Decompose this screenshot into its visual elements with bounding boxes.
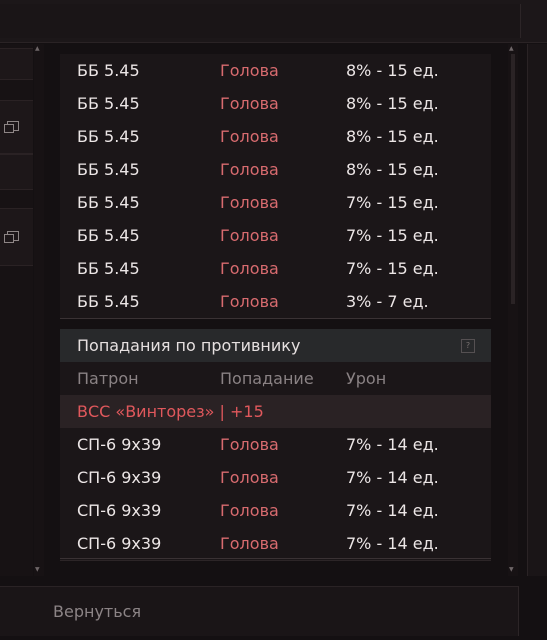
damage-cell: 7% - 14 ед. [346, 534, 439, 553]
table-bottom-border [60, 318, 491, 319]
hit-cell: Голова [220, 292, 279, 311]
table-row: ББ 5.45 Голова 8% - 15 ед. [60, 87, 491, 121]
ammo-cell: СП-6 9x39 [77, 534, 162, 553]
right-panel-edge [527, 44, 547, 576]
ammo-cell: ББ 5.45 [77, 94, 140, 113]
scrollbar-thumb[interactable] [511, 54, 515, 304]
table-row: ББ 5.45 Голова 7% - 15 ед. [60, 186, 491, 220]
column-header-ammo: Патрон [77, 369, 139, 388]
ammo-cell: ББ 5.45 [77, 226, 140, 245]
ammo-cell: ББ 5.45 [77, 193, 140, 212]
ammo-cell: ББ 5.45 [77, 259, 140, 278]
left-list-item[interactable] [0, 154, 33, 190]
ammo-cell: СП-6 9x39 [77, 501, 162, 520]
damage-cell: 3% - 7 ед. [346, 292, 429, 311]
hit-cell: Голова [220, 61, 279, 80]
hit-cell: Голова [220, 534, 279, 553]
damage-cell: 8% - 15 ед. [346, 127, 439, 146]
hit-cell: Голова [220, 435, 279, 454]
scroll-down-icon[interactable]: ▼ [35, 567, 40, 573]
section-title: Попадания по противнику [77, 336, 301, 355]
weapon-row: ВСС «Винторез» | +15 [60, 395, 491, 428]
copy-icon[interactable] [4, 231, 19, 243]
damage-cell: 8% - 15 ед. [346, 94, 439, 113]
ammo-cell: ББ 5.45 [77, 160, 140, 179]
hit-cell: Голова [220, 501, 279, 520]
copy-icon[interactable] [4, 121, 19, 133]
hit-cell: Голова [220, 193, 279, 212]
table-row: ББ 5.45 Голова 7% - 15 ед. [60, 252, 491, 286]
ammo-cell: СП-6 9x39 [77, 435, 162, 454]
top-bar-inner [0, 4, 521, 38]
table-row: ББ 5.45 Голова 8% - 15 ед. [60, 153, 491, 187]
hit-cell: Голова [220, 468, 279, 487]
ammo-cell: СП-6 9x39 [77, 468, 162, 487]
table-row: СП-6 9x39 Голова 7% - 14 ед. [60, 461, 491, 495]
column-header-hit: Попадание [220, 369, 314, 388]
hit-cell: Голова [220, 94, 279, 113]
ammo-cell: ББ 5.45 [77, 127, 140, 146]
table-row: СП-6 9x39 Голова 7% - 14 ед. [60, 428, 491, 462]
left-list-item[interactable] [0, 208, 33, 266]
ammo-cell: ББ 5.45 [77, 292, 140, 311]
damage-cell: 7% - 14 ед. [346, 501, 439, 520]
top-bar [0, 0, 547, 43]
damage-cell: 8% - 15 ед. [346, 61, 439, 80]
damage-cell: 7% - 14 ед. [346, 468, 439, 487]
damage-cell: 7% - 15 ед. [346, 226, 439, 245]
damage-cell: 8% - 15 ед. [346, 160, 439, 179]
damage-cell: 7% - 15 ед. [346, 193, 439, 212]
left-scrollbar[interactable]: ▲ ▼ [34, 44, 44, 576]
left-list-item[interactable] [0, 48, 33, 80]
table-row: СП-6 9x39 Голова 7% - 14 ед. [60, 494, 491, 528]
damage-cell: 7% - 14 ед. [346, 435, 439, 454]
help-button[interactable]: ? [461, 339, 475, 353]
table-row: ББ 5.45 Голова 3% - 7 ед. [60, 285, 491, 319]
ammo-cell: ББ 5.45 [77, 61, 140, 80]
column-header-row: Патрон Попадание Урон [60, 362, 491, 396]
scroll-up-icon[interactable]: ▲ [509, 46, 514, 52]
table-row: ББ 5.45 Голова 7% - 15 ед. [60, 219, 491, 253]
footer-bar: Вернуться [0, 586, 519, 636]
back-button[interactable]: Вернуться [53, 587, 141, 636]
scroll-down-icon[interactable]: ▼ [509, 567, 514, 573]
table-row: ББ 5.45 Голова 8% - 15 ед. [60, 54, 491, 88]
hit-cell: Голова [220, 259, 279, 278]
column-header-damage: Урон [346, 369, 387, 388]
scroll-up-icon[interactable]: ▲ [35, 46, 40, 52]
weapon-name: ВСС «Винторез» | +15 [77, 402, 264, 421]
hits-panel: ББ 5.45 Голова 8% - 15 ед. ББ 5.45 Голова 8% … [60, 44, 491, 576]
damage-cell: 7% - 15 ед. [346, 259, 439, 278]
section-header: Попадания по противнику ? [60, 329, 491, 362]
hit-cell: Голова [220, 226, 279, 245]
hit-cell: Голова [220, 160, 279, 179]
left-list [0, 44, 33, 576]
table-row: СП-6 9x39 Голова 7% - 14 ед. [60, 527, 491, 561]
right-scrollbar[interactable]: ▲ ▼ [508, 44, 518, 576]
table-row: ББ 5.45 Голова 8% - 15 ед. [60, 120, 491, 154]
left-list-item[interactable] [0, 100, 33, 154]
hit-cell: Голова [220, 127, 279, 146]
table-bottom-border [60, 558, 491, 559]
